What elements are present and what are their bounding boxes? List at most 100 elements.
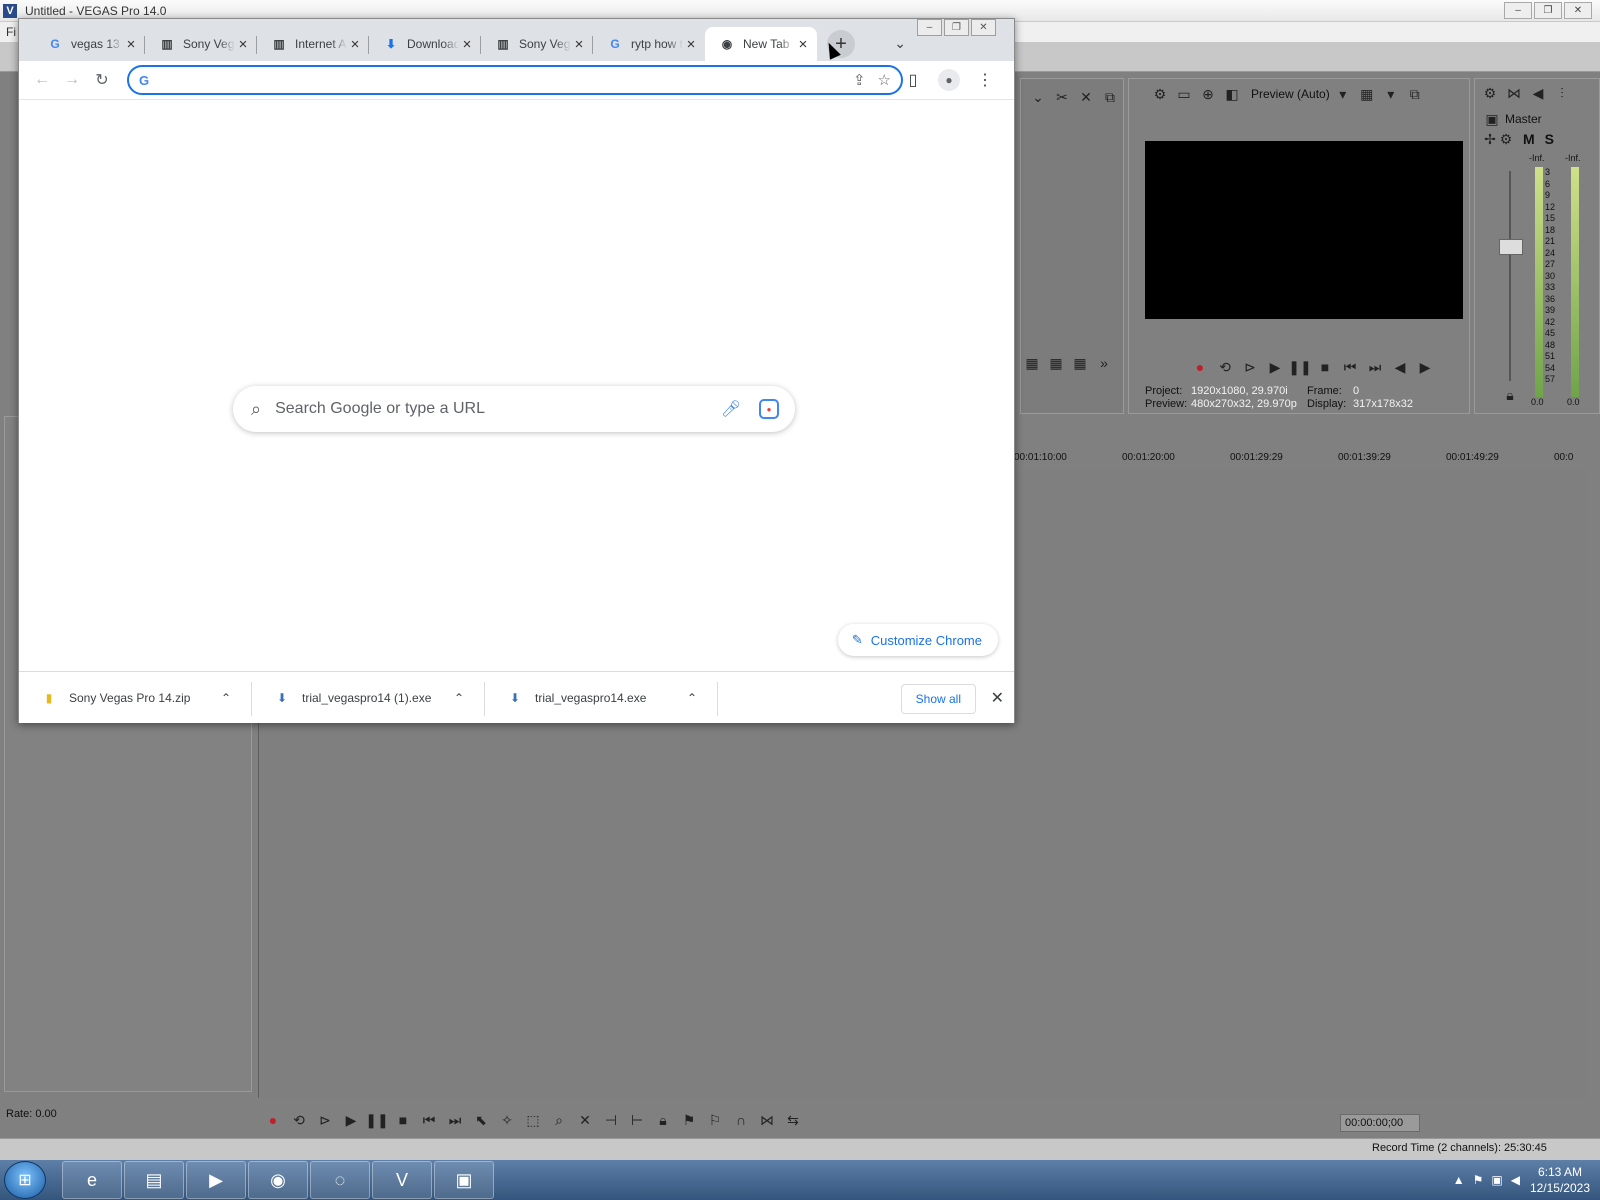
previous-frame-icon[interactable]: ◀ xyxy=(1389,357,1411,377)
volume-muted-icon[interactable]: ◀ xyxy=(1511,1173,1520,1187)
automation-gear-icon[interactable]: ⚙ xyxy=(1495,129,1517,149)
vegas-tool-icon[interactable]: ⌄ xyxy=(1027,87,1049,107)
tab-close-icon[interactable]: × xyxy=(347,36,363,53)
taskbar-file-explorer-icon[interactable]: ▤ xyxy=(124,1161,184,1199)
settings-gear-icon[interactable]: ⚙ xyxy=(1149,84,1171,104)
auto-crossfade-icon[interactable]: ⋈ xyxy=(756,1110,778,1130)
address-bar[interactable]: G ⇪ ☆ xyxy=(127,65,903,95)
close-downloads-shelf-icon[interactable]: ✕ xyxy=(991,688,1004,708)
tab-close-icon[interactable]: × xyxy=(123,36,139,53)
pause-icon[interactable]: ❚❚ xyxy=(365,1110,388,1130)
chevron-down-icon[interactable]: ▾ xyxy=(1380,84,1402,104)
chrome-close-button[interactable]: ✕ xyxy=(971,19,996,36)
taskbar-internet-explorer-icon[interactable]: e xyxy=(62,1161,122,1199)
go-to-start-icon[interactable]: ⏮ xyxy=(1339,357,1361,377)
copy-snapshot-icon[interactable]: ⧉ xyxy=(1404,84,1426,104)
grid-icon[interactable]: ▦ xyxy=(1356,84,1378,104)
reload-icon[interactable]: ↻ xyxy=(87,65,117,95)
record-icon[interactable]: ● xyxy=(262,1110,284,1130)
lock-icon[interactable]: 🔒︎ xyxy=(652,1110,674,1130)
browser-tab[interactable]: ▥ Sony Vegas× xyxy=(145,27,257,61)
play-icon[interactable]: ▶ xyxy=(340,1110,362,1130)
tab-close-icon[interactable]: × xyxy=(235,36,251,53)
show-all-downloads-button[interactable]: Show all xyxy=(900,684,976,714)
side-panel-icon[interactable]: ▯ xyxy=(898,65,928,95)
vegas-tool-icon[interactable]: ⧉ xyxy=(1099,87,1121,107)
go-to-end-icon[interactable]: ⏭ xyxy=(444,1110,466,1130)
forward-arrow-icon[interactable]: → xyxy=(57,65,87,95)
google-lens-camera-icon[interactable]: ● xyxy=(759,399,779,419)
stop-icon[interactable]: ■ xyxy=(392,1110,414,1130)
chrome-restore-button[interactable]: ❐ xyxy=(944,19,969,36)
play-from-start-icon[interactable]: ⊳ xyxy=(314,1110,336,1130)
solo-button[interactable]: S xyxy=(1545,131,1564,147)
downmix-icon[interactable]: ⋈ xyxy=(1503,83,1525,103)
split-screen-icon[interactable]: ⊕ xyxy=(1197,84,1219,104)
delete-icon[interactable]: ✕ xyxy=(574,1110,596,1130)
mixer-icon[interactable]: ⫶ xyxy=(1551,83,1573,103)
chevron-down-icon[interactable]: ▾ xyxy=(1332,84,1354,104)
loop-playback-icon[interactable]: ⟲ xyxy=(288,1110,310,1130)
normal-edit-tool-icon[interactable]: ⬉ xyxy=(470,1110,492,1130)
download-item[interactable]: ⬇ trial_vegaspro14 (1).exe ⌃ xyxy=(252,678,485,718)
vegas-close-button[interactable]: ✕ xyxy=(1564,2,1592,19)
kebab-menu-icon[interactable]: ⋮ xyxy=(970,65,1000,95)
split-icon[interactable]: ⊢ xyxy=(626,1110,648,1130)
action-center-flag-icon[interactable]: ⚑ xyxy=(1473,1173,1484,1187)
vegas-view-icon[interactable]: ▦ xyxy=(1069,353,1091,373)
loop-playback-icon[interactable]: ⟲ xyxy=(1214,357,1236,377)
browser-tab[interactable]: Grytp how to× xyxy=(593,27,705,61)
vegas-restore-button[interactable]: ❐ xyxy=(1534,2,1562,19)
taskbar-vegas-icon[interactable]: V xyxy=(372,1161,432,1199)
snapping-magnet-icon[interactable]: ∩ xyxy=(730,1110,752,1130)
trim-icon[interactable]: ⊣ xyxy=(600,1110,622,1130)
master-checkbox-icon[interactable]: ▣ xyxy=(1481,109,1503,129)
tab-new-tab[interactable]: ◉ New Tab × xyxy=(705,27,817,61)
profile-avatar-icon[interactable]: ● xyxy=(938,69,960,91)
taskbar-remote-desktop-icon[interactable]: ▣ xyxy=(434,1161,494,1199)
download-item[interactable]: ▮ Sony Vegas Pro 14.zip ⌃ xyxy=(19,678,252,718)
taskbar-chrome-icon[interactable]: ◉ xyxy=(248,1161,308,1199)
vegas-menu-file[interactable]: Fi xyxy=(6,25,16,39)
tab-close-icon[interactable]: × xyxy=(571,36,587,53)
record-icon[interactable]: ● xyxy=(1189,357,1211,377)
ntp-search-box[interactable]: ⌕ Search Google or type a URL 🎤︎ ● xyxy=(233,386,795,432)
go-to-end-icon[interactable]: ⏭ xyxy=(1364,357,1386,377)
vegas-minimize-button[interactable]: – xyxy=(1504,2,1532,19)
pause-icon[interactable]: ❚❚ xyxy=(1288,357,1311,377)
chevron-up-icon[interactable]: ⌃ xyxy=(449,691,469,705)
timecode-display[interactable]: 00:00:00;00 xyxy=(1340,1114,1420,1132)
chrome-minimize-button[interactable]: – xyxy=(917,19,942,36)
master-fader-handle[interactable] xyxy=(1499,239,1523,255)
stop-icon[interactable]: ■ xyxy=(1314,357,1336,377)
speaker-icon[interactable]: ◀ xyxy=(1527,83,1549,103)
tab-close-icon[interactable]: × xyxy=(459,36,475,53)
play-from-start-icon[interactable]: ⊳ xyxy=(1239,357,1261,377)
start-button-windows-icon[interactable]: ⊞ xyxy=(4,1161,46,1199)
bookmark-star-icon[interactable]: ☆ xyxy=(878,71,891,89)
browser-tab[interactable]: ▥ Internet Archive× xyxy=(257,27,369,61)
share-icon[interactable]: ⇪ xyxy=(853,71,866,89)
selection-tool-icon[interactable]: ⬚ xyxy=(522,1110,544,1130)
marker-icon[interactable]: ⚑ xyxy=(678,1110,700,1130)
tab-close-icon[interactable]: × xyxy=(795,36,811,53)
show-hidden-icons-chevron-icon[interactable]: ▲ xyxy=(1453,1173,1465,1187)
settings-gear-icon[interactable]: ⚙ xyxy=(1479,83,1501,103)
go-to-start-icon[interactable]: ⏮ xyxy=(418,1110,440,1130)
download-item[interactable]: ⬇ trial_vegaspro14.exe ⌃ xyxy=(485,678,718,718)
network-icon[interactable]: ▣ xyxy=(1491,1173,1502,1187)
vegas-view-icon[interactable]: ▦ xyxy=(1045,353,1067,373)
lock-icon[interactable]: 🔒︎ xyxy=(1499,385,1521,405)
browser-tab[interactable]: ▥ Sony Vegas× xyxy=(481,27,593,61)
taskbar-clock[interactable]: 6:13 AM 12/15/2023 xyxy=(1530,1164,1590,1196)
taskbar-edge-icon[interactable]: ◌ xyxy=(310,1161,370,1199)
chevron-up-icon[interactable]: ⌃ xyxy=(216,691,236,705)
overlay-icon[interactable]: ◧ xyxy=(1221,84,1243,104)
envelope-tool-icon[interactable]: ✧ xyxy=(496,1110,518,1130)
taskbar-media-player-icon[interactable]: ▶ xyxy=(186,1161,246,1199)
tab-search-chevron-icon[interactable]: ⌄ xyxy=(894,35,906,52)
external-monitor-icon[interactable]: ▭ xyxy=(1173,84,1195,104)
timeline-ruler[interactable]: 00:01:10:00 00:01:20:00 00:01:29:29 00:01:3… xyxy=(1014,448,1586,468)
tab-close-icon[interactable]: × xyxy=(683,36,699,53)
vegas-view-icon[interactable]: ▦ xyxy=(1021,353,1043,373)
